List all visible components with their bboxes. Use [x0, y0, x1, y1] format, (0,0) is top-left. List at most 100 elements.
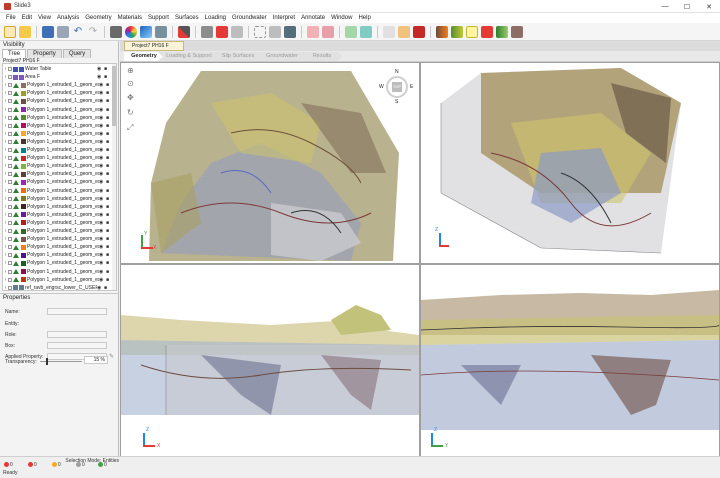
grid-icon[interactable]	[201, 25, 213, 38]
color-swatch[interactable]	[21, 196, 26, 202]
lock-icon[interactable]: ■	[106, 115, 111, 121]
color-swatch[interactable]	[21, 147, 26, 153]
tree-item[interactable]: › Polygon 1_extruded_1_geom_exte ◉ ■	[3, 114, 113, 122]
color-swatch[interactable]	[19, 285, 24, 291]
eye-icon[interactable]: ◉	[99, 131, 104, 137]
eye-icon[interactable]: ◉	[97, 74, 102, 80]
visibility-checkbox[interactable]	[8, 115, 12, 120]
undo-icon[interactable]: ↶	[72, 25, 84, 38]
visibility-checkbox[interactable]	[8, 91, 12, 96]
tab-loading-support[interactable]: Loading & Support	[158, 52, 220, 61]
visibility-checkbox[interactable]	[8, 253, 12, 258]
tree-item[interactable]: › Polygon 1_extruded_1_geom_exte ◉ ■	[3, 170, 113, 178]
lock-icon[interactable]: ■	[104, 285, 109, 291]
color-swatch[interactable]	[19, 66, 24, 72]
color-swatch[interactable]	[21, 212, 26, 218]
lock-icon[interactable]: ■	[106, 220, 111, 226]
visibility-checkbox[interactable]	[8, 99, 12, 104]
lock-icon[interactable]: ■	[106, 244, 111, 250]
color-swatch[interactable]	[21, 98, 26, 104]
tree-item[interactable]: › Water Table ◉ ■	[3, 65, 113, 73]
eye-icon[interactable]: ◉	[99, 115, 104, 121]
lock-icon[interactable]: ■	[106, 260, 111, 266]
pan-icon[interactable]: ✥	[127, 93, 134, 102]
tree-item[interactable]: › Area F ◉ ■	[3, 73, 113, 81]
scrollbar-thumb[interactable]	[112, 66, 116, 126]
settings-icon[interactable]	[155, 25, 167, 38]
green-surface-icon[interactable]	[345, 25, 357, 38]
color-swatch[interactable]	[21, 236, 26, 242]
color-swatch[interactable]	[21, 115, 26, 121]
tree-item[interactable]: › Polygon 1_extruded_1_geom_exte ◉ ■	[3, 106, 113, 114]
tree-item[interactable]: › Polygon 1_extruded_1_geom_exte ◉ ■	[3, 268, 113, 276]
tree-item[interactable]: › Polygon 1_extruded_1_geom_exte ◉ ■	[3, 178, 113, 186]
lock-icon[interactable]: ■	[106, 139, 111, 145]
eye-icon[interactable]: ◉	[99, 236, 104, 242]
eye-icon[interactable]: ◉	[99, 171, 104, 177]
tree-item[interactable]: › Polygon 1_extruded_1_geom_exte ◉ ■	[3, 89, 113, 97]
color-swatch[interactable]	[21, 90, 26, 96]
visibility-checkbox[interactable]	[8, 204, 12, 209]
visibility-checkbox[interactable]	[8, 83, 12, 88]
rotate-icon[interactable]: ↻	[127, 108, 134, 117]
tree-item[interactable]: › Polygon 1_extruded_1_geom_exte ◉ ■	[3, 235, 113, 243]
visibility-checkbox[interactable]	[8, 269, 12, 274]
lock-icon[interactable]: ■	[106, 82, 111, 88]
minimize-button[interactable]: —	[654, 0, 676, 13]
menu-help[interactable]: Help	[355, 15, 373, 21]
visibility-checkbox[interactable]	[8, 75, 12, 80]
lock-icon[interactable]: ■	[106, 131, 111, 137]
lock-icon[interactable]: ■	[106, 98, 111, 104]
lock-icon[interactable]: ■	[106, 147, 111, 153]
color-swatch[interactable]	[21, 277, 26, 283]
transparency-value[interactable]: 15 %	[84, 356, 108, 364]
name-field[interactable]	[47, 308, 107, 315]
eye-icon[interactable]: ◉	[99, 220, 104, 226]
tab-tree[interactable]: Tree	[2, 49, 27, 58]
sphere-icon[interactable]	[322, 25, 334, 38]
visibility-checkbox[interactable]	[8, 156, 12, 161]
tree-item[interactable]: › Polygon 1_extruded_1_geom_exte ◉ ■	[3, 259, 113, 267]
eye-icon[interactable]: ◉	[99, 244, 104, 250]
visibility-checkbox[interactable]	[8, 131, 12, 136]
tree-item[interactable]: › Polygon 1_extruded_1_geom_exte ◉ ■	[3, 211, 113, 219]
color-swatch[interactable]	[21, 269, 26, 274]
tab-geometry[interactable]: Geometry	[124, 52, 164, 61]
note-icon[interactable]	[466, 25, 478, 38]
visibility-checkbox[interactable]	[8, 180, 12, 185]
document-tab[interactable]: Project7 PH16 F	[124, 41, 184, 51]
tab-results[interactable]: Results	[302, 52, 342, 61]
lock-icon[interactable]: ■	[104, 74, 109, 80]
tree-item[interactable]: › Polygon 1_extruded_1_geom_exte ◉ ■	[3, 97, 113, 105]
visibility-checkbox[interactable]	[8, 172, 12, 177]
color-swatch[interactable]	[21, 131, 26, 137]
menu-interpret[interactable]: Interpret	[270, 15, 298, 21]
lock-icon[interactable]: ■	[106, 236, 111, 242]
compute-icon[interactable]	[481, 25, 493, 38]
role-select[interactable]	[47, 331, 107, 338]
lock-icon[interactable]	[254, 25, 266, 38]
tree-scrollbar[interactable]	[112, 64, 116, 290]
tree-item[interactable]: › Polygon 1_extruded_1_geom_exte ◉ ■	[3, 276, 113, 284]
menu-groundwater[interactable]: Groundwater	[229, 15, 270, 21]
viewport-perspective[interactable]: Z	[421, 63, 719, 263]
color-swatch[interactable]	[21, 171, 26, 177]
tree-item[interactable]: › Polygon 1_extruded_1_geom_exte ◉ ■	[3, 187, 113, 195]
select-arrow-icon[interactable]	[110, 25, 122, 38]
eye-icon[interactable]: ◉	[99, 252, 104, 258]
color-swatch[interactable]	[21, 179, 26, 185]
color-swatch[interactable]	[21, 82, 26, 88]
tree-item[interactable]: › Polygon 1_extruded_1_geom_exte ◉ ■	[3, 243, 113, 251]
color-swatch[interactable]	[21, 163, 26, 169]
tab-query[interactable]: Query	[62, 49, 92, 58]
eye-icon[interactable]: ◉	[99, 188, 104, 194]
visibility-checkbox[interactable]	[8, 237, 12, 242]
visibility-checkbox[interactable]	[8, 261, 12, 266]
interpret-icon[interactable]	[496, 25, 508, 38]
color-swatch[interactable]	[21, 204, 26, 210]
results-icon[interactable]	[511, 25, 523, 38]
color-wheel-icon[interactable]	[125, 25, 137, 38]
menu-support[interactable]: Support	[145, 15, 172, 21]
visibility-checkbox[interactable]	[8, 188, 12, 193]
visibility-checkbox[interactable]	[8, 139, 12, 144]
